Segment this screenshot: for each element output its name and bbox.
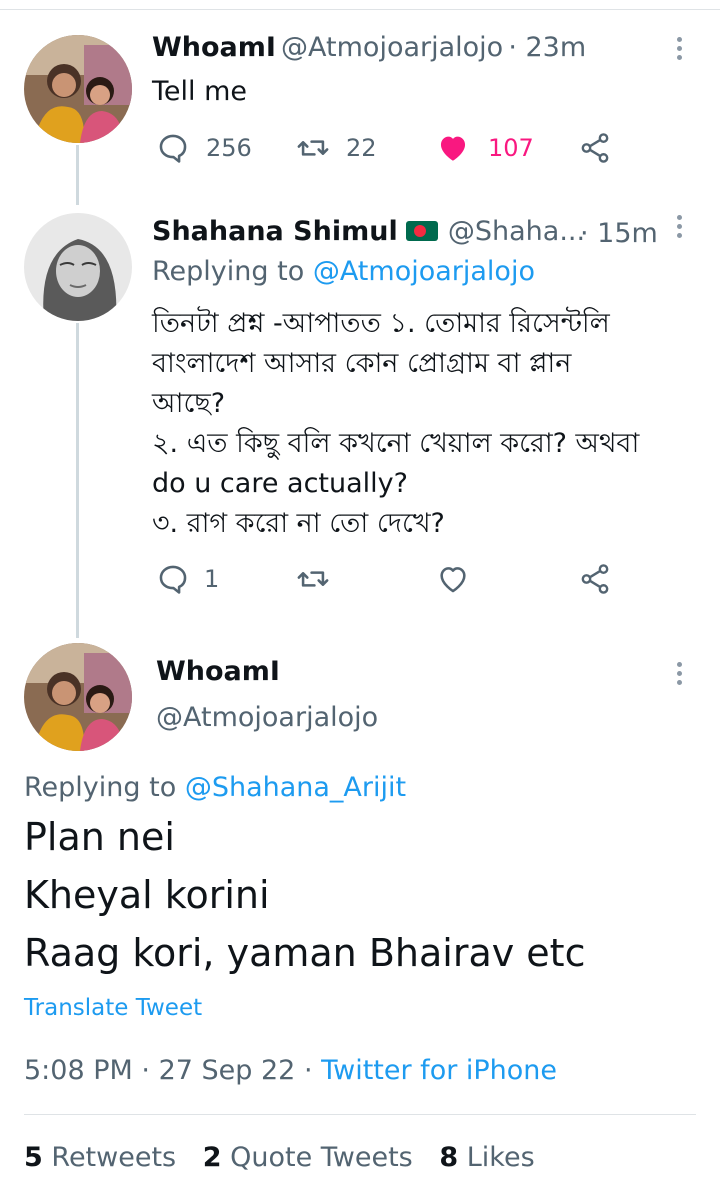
display-name[interactable]: WhoamI	[156, 656, 280, 687]
more-options-icon[interactable]	[677, 662, 685, 689]
avatar-photo-icon	[24, 213, 132, 321]
tweet-line: do u care actually?	[152, 468, 408, 499]
more-options-icon[interactable]	[677, 215, 685, 242]
top-divider	[0, 9, 720, 10]
heart-outline-icon	[440, 567, 466, 593]
reply-button[interactable]	[156, 562, 190, 600]
retweet-button[interactable]	[296, 562, 330, 600]
replying-to-label: Replying to	[152, 256, 305, 287]
likes-label: Likes	[466, 1142, 535, 1173]
more-options-icon[interactable]	[677, 37, 685, 64]
heart-filled-icon	[440, 136, 466, 161]
retweets-stat[interactable]: 5 Retweets	[24, 1142, 176, 1173]
share-icon	[581, 564, 609, 594]
reply-icon	[159, 134, 187, 163]
display-name[interactable]: WhoamI	[152, 32, 276, 63]
tweet-timestamp[interactable]: 5:08 PM	[24, 1055, 133, 1086]
translate-tweet-link[interactable]: Translate Tweet	[24, 995, 202, 1021]
bangladesh-flag-icon	[405, 221, 438, 241]
tweet-text: Tell me	[152, 76, 248, 107]
retweet-icon	[297, 140, 329, 156]
thread-line	[76, 323, 79, 638]
display-name[interactable]: Shahana Shimul	[152, 216, 398, 247]
avatar-photo-icon	[24, 35, 132, 143]
share-button[interactable]	[578, 562, 612, 600]
reply-button[interactable]	[156, 131, 190, 169]
reply-count: 256	[206, 134, 252, 162]
retweet-count: 22	[346, 134, 377, 162]
tweet-line: Plan nei	[24, 815, 175, 859]
share-button[interactable]	[578, 131, 612, 169]
retweets-count: 5	[24, 1142, 43, 1173]
avatar-photo-icon	[24, 643, 132, 751]
like-count: 107	[488, 134, 534, 162]
retweet-button[interactable]	[296, 131, 330, 169]
user-handle[interactable]: @Atmojoarjalojo	[156, 702, 378, 733]
quote-tweets-label: Quote Tweets	[230, 1142, 413, 1173]
retweet-icon	[297, 571, 329, 587]
thread-line	[76, 145, 79, 205]
quote-tweets-count: 2	[202, 1142, 222, 1173]
tweet-text: Plan nei Kheyal korini Raag kori, yaman …	[24, 810, 585, 980]
tweet-date[interactable]: 27 Sep 22	[159, 1055, 296, 1086]
tweet-source-link[interactable]: Twitter for iPhone	[321, 1055, 557, 1086]
tweet-time[interactable]: · 23m	[508, 32, 586, 63]
retweets-label: Retweets	[51, 1142, 177, 1173]
tweet-text: তিনটা প্রশ্ন -আপাতত ১. তোমার রিসেন্টলি ব…	[152, 304, 639, 544]
avatar[interactable]	[24, 643, 132, 751]
tweet-line: ২. এত কিছু বলি কখনো খেয়াল করো? অথবা	[152, 428, 640, 459]
user-handle[interactable]: @Atmojoarjalojo	[281, 32, 503, 63]
user-handle[interactable]: @Shaha...	[448, 216, 585, 247]
tweet-line: Raag kori, yaman Bhairav etc	[24, 931, 586, 975]
like-button[interactable]	[436, 562, 470, 600]
like-button[interactable]	[436, 131, 470, 169]
reply-icon	[159, 565, 187, 594]
tweet-line: Kheyal korini	[24, 873, 270, 917]
share-icon	[581, 133, 609, 163]
tweet-line: ৩. রাগ করো না তো দেখে?	[152, 508, 445, 539]
tweet-time[interactable]: · 15m	[580, 218, 658, 249]
likes-stat[interactable]: 8 Likes	[439, 1142, 534, 1173]
quote-tweets-stat[interactable]: 2 Quote Tweets	[203, 1142, 413, 1173]
tweet-line: বাংলাদেশ আসার কোন প্রোগ্রাম বা প্লান	[152, 348, 572, 379]
avatar[interactable]	[24, 213, 132, 321]
avatar[interactable]	[24, 35, 132, 143]
tweet-line: তিনটা প্রশ্ন -আপাতত ১. তোমার রিসেন্টলি	[152, 308, 610, 339]
divider	[24, 1114, 696, 1115]
reply-count: 1	[204, 565, 220, 593]
replying-to-label: Replying to	[24, 772, 177, 803]
likes-count: 8	[439, 1142, 459, 1173]
tweet-line: আছে?	[152, 388, 226, 419]
replying-to-handle[interactable]: @Atmojoarjalojo	[313, 256, 535, 287]
replying-to-handle[interactable]: @Shahana_Arijit	[185, 772, 406, 803]
